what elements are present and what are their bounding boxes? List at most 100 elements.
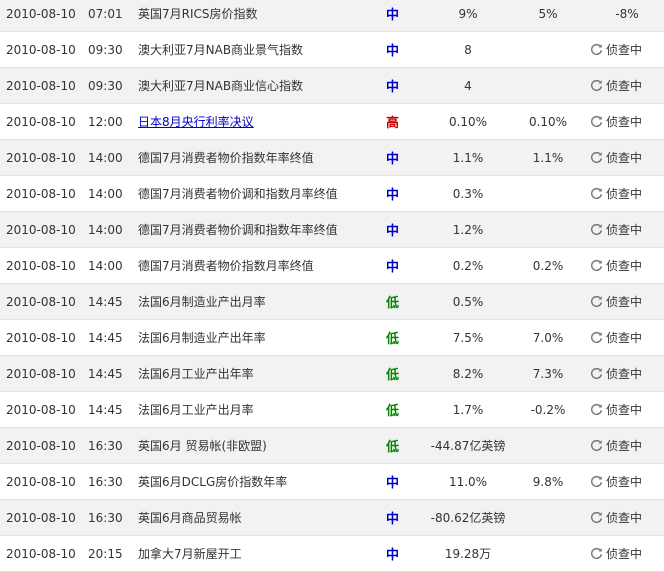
previous-cell: 侦查中 [588,535,664,572]
refresh-icon [590,79,603,92]
actual-cell: 7.5% [428,319,508,356]
previous-cell: 侦查中 [588,427,664,464]
time-cell: 14:00 [86,247,136,284]
forecast-cell: 0.2% [508,247,588,284]
time-cell: 14:00 [86,175,136,212]
forecast-cell: 9.8% [508,463,588,500]
refresh-icon [590,295,603,308]
table-row: 2010-08-10 14:00 德国7月消费者物价调和指数年率终值中 1.2% 侦查中 [0,211,664,248]
event-cell: 法国6月工业产出年率 [136,355,382,392]
event-cell: 澳大利亚7月NAB商业信心指数 [136,67,382,104]
date-cell: 2010-08-10 [0,319,86,356]
pending-status: 侦查中 [590,545,642,562]
time-cell: 12:00 [86,103,136,140]
time-cell: 14:00 [86,211,136,248]
refresh-icon [590,259,603,272]
table-row: 2010-08-10 14:45 法国6月制造业产出年率低 7.5% 7.0% 侦查中 [0,319,664,356]
importance-badge: 中 [382,67,428,104]
pending-status: 侦查中 [590,293,642,310]
refresh-icon [590,151,603,164]
pending-label: 侦查中 [606,186,643,201]
refresh-icon [590,187,603,200]
pending-status: 侦查中 [590,329,642,346]
importance-badge: 中 [382,499,428,536]
event-cell: 英国6月商品贸易帐 [136,499,382,536]
pending-label: 侦查中 [606,294,643,309]
calendar-body: 2010-08-10 07:01 英国7月RICS房价指数中 9% 5% -8% 2010-… [0,0,664,572]
pending-status: 侦查中 [590,221,642,238]
forecast-cell: 1.1% [508,139,588,176]
refresh-icon [590,439,603,452]
previous-cell: -8% [588,0,664,32]
previous-cell: 侦查中 [588,103,664,140]
table-row: 2010-08-10 14:45 法国6月工业产出月率低 1.7% -0.2% 侦查中 [0,391,664,428]
previous-cell: 侦查中 [588,391,664,428]
refresh-icon [590,367,603,380]
previous-cell: 侦查中 [588,283,664,320]
table-row: 2010-08-10 14:00 德国7月消费者物价指数月率终值中 0.2% 0.2% 侦… [0,247,664,284]
pending-label: 侦查中 [606,474,643,489]
event-cell: 法国6月制造业产出月率 [136,283,382,320]
table-row: 2010-08-10 07:01 英国7月RICS房价指数中 9% 5% -8% [0,0,664,32]
table-row: 2010-08-10 14:00 德国7月消费者物价指数年率终值中 1.1% 1.1% 侦… [0,139,664,176]
forecast-cell [508,499,588,536]
table-row: 2010-08-10 16:30 英国6月 贸易帐(非欧盟) 低 -44.87亿英镑 侦查… [0,427,664,464]
pending-status: 侦查中 [590,473,642,490]
pending-label: 侦查中 [606,258,643,273]
previous-cell: 侦查中 [588,139,664,176]
date-cell: 2010-08-10 [0,535,86,572]
pending-status: 侦查中 [590,185,642,202]
event-link[interactable]: 日本8月央行利率决议 [138,115,254,129]
importance-badge: 中 [382,0,428,32]
time-cell: 14:45 [86,391,136,428]
time-cell: 09:30 [86,67,136,104]
event-cell: 法国6月工业产出月率 [136,391,382,428]
pending-label: 侦查中 [606,510,643,525]
actual-cell: 4 [428,67,508,104]
pending-status: 侦查中 [590,149,642,166]
previous-cell: 侦查中 [588,31,664,68]
previous-cell: 侦查中 [588,211,664,248]
importance-badge: 低 [382,391,428,428]
previous-cell: 侦查中 [588,319,664,356]
event-cell: 加拿大7月新屋开工 [136,535,382,572]
table-row: 2010-08-10 12:00 日本8月央行利率决议高 0.10% 0.10% 侦查中 [0,103,664,140]
table-row: 2010-08-10 16:30 英国6月DCLG房价指数年率中 11.0% 9.8% 侦… [0,463,664,500]
previous-cell: 侦查中 [588,355,664,392]
time-cell: 14:00 [86,139,136,176]
refresh-icon [590,223,603,236]
previous-cell: 侦查中 [588,67,664,104]
date-cell: 2010-08-10 [0,391,86,428]
table-row: 2010-08-10 14:45 法国6月制造业产出月率低 0.5% 侦查中 [0,283,664,320]
pending-status: 侦查中 [590,41,642,58]
event-cell: 日本8月央行利率决议 [136,103,382,140]
forecast-cell [508,211,588,248]
pending-status: 侦查中 [590,437,642,454]
actual-cell: 9% [428,0,508,32]
date-cell: 2010-08-10 [0,175,86,212]
pending-status: 侦查中 [590,365,642,382]
importance-badge: 低 [382,319,428,356]
date-cell: 2010-08-10 [0,247,86,284]
importance-badge: 中 [382,139,428,176]
time-cell: 09:30 [86,31,136,68]
actual-cell: 8.2% [428,355,508,392]
table-row: 2010-08-10 14:00 德国7月消费者物价调和指数月率终值中 0.3% 侦查中 [0,175,664,212]
forecast-cell [508,427,588,464]
date-cell: 2010-08-10 [0,463,86,500]
pending-status: 侦查中 [590,509,642,526]
pending-status: 侦查中 [590,401,642,418]
actual-cell: 0.3% [428,175,508,212]
importance-badge: 中 [382,463,428,500]
actual-cell: 0.2% [428,247,508,284]
event-cell: 英国6月 贸易帐(非欧盟) [136,427,382,464]
pending-label: 侦查中 [606,330,643,345]
actual-cell: 1.1% [428,139,508,176]
date-cell: 2010-08-10 [0,139,86,176]
refresh-icon [590,43,603,56]
refresh-icon [590,331,603,344]
pending-label: 侦查中 [606,78,643,93]
pending-label: 侦查中 [606,42,643,57]
previous-cell: 侦查中 [588,175,664,212]
pending-status: 侦查中 [590,77,642,94]
